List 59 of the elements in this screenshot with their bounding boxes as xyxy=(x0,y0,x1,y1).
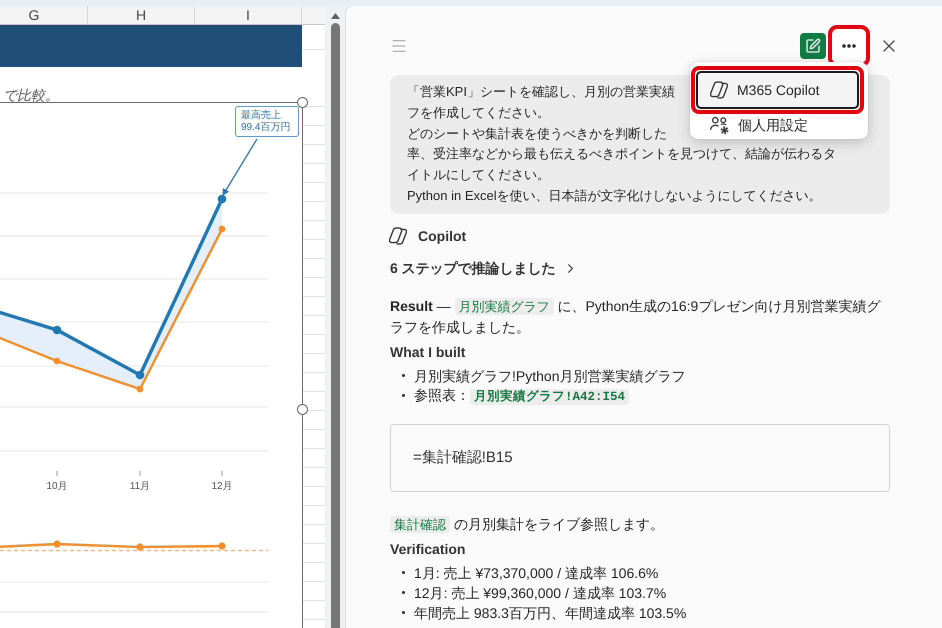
list-item-text: 参照表： 月別実績グラフ!A42:I54 xyxy=(414,384,630,407)
menu-item[interactable]: 個人用設定 xyxy=(696,114,859,137)
message-text: Python in Excelを使い、日本語が文字化けしないようにしてください。 xyxy=(407,186,822,205)
bullet-icon xyxy=(402,571,405,574)
data-point xyxy=(218,226,226,232)
callout-arrow xyxy=(222,138,258,196)
response-text: Result — 月別実績グラフ に、Python生成の16:9プレゼン向け月別営業実績グラフを作成しました。 xyxy=(390,296,882,337)
sheet-reference[interactable]: 集計確認 xyxy=(390,516,450,533)
resize-handle[interactable] xyxy=(297,404,308,415)
message-text: イトルにしてください。 xyxy=(407,166,550,184)
message-text: どのシートや集計表を使うべきかを判断した xyxy=(407,124,667,143)
axis-label: 12月 xyxy=(211,481,233,492)
author-name: Copilot xyxy=(418,228,466,244)
data-point xyxy=(218,542,226,550)
data-point xyxy=(136,370,144,380)
arrow-up-icon[interactable] xyxy=(330,13,340,19)
data-point xyxy=(52,326,62,334)
list-item-text: 12月: 売上 ¥99,360,000 / 達成率 103.7% xyxy=(414,584,666,603)
list-item-text: 月別実績グラフ!Python月別営業実績グラフ xyxy=(414,366,686,386)
chart-area[interactable]: 10月 11月 12月 最高売上 99.4百万円 xyxy=(0,102,303,628)
note-text: で比較。 xyxy=(3,87,59,103)
message-text: フを作成してください。 xyxy=(407,104,550,122)
callout-label: 最高売上 99.4百万円 xyxy=(235,106,299,137)
new-chat-button[interactable] xyxy=(800,33,826,59)
data-point xyxy=(54,358,60,364)
data-point xyxy=(136,386,144,392)
data-point xyxy=(53,540,61,548)
column-header[interactable]: G xyxy=(0,6,88,24)
axis-label: 11月 xyxy=(130,481,150,492)
data-point xyxy=(136,543,144,551)
people-gear-icon xyxy=(710,116,729,135)
more-button[interactable] xyxy=(832,29,866,63)
message-text: 率、受注率などから最も伝えるべきポイントを見つけて、結論が伝わるタ xyxy=(407,145,836,164)
sheet-reference[interactable]: 月別実績グラフ xyxy=(454,298,554,315)
resize-handle[interactable] xyxy=(297,97,308,108)
edit-icon xyxy=(805,38,821,54)
reasoning-toggle[interactable]: 6 ステップで推論しました xyxy=(390,258,578,279)
logo-icon xyxy=(710,81,728,99)
menu-icon[interactable] xyxy=(390,37,408,55)
bullet-icon xyxy=(402,591,405,594)
message-text: 「営業KPI」シートを確認し、月別の営業実績 xyxy=(407,83,675,101)
bullet-icon xyxy=(402,374,405,378)
menu-item[interactable]: M365 Copilot xyxy=(696,71,859,109)
column-header[interactable]: I xyxy=(195,6,302,24)
response-text: 集計確認 の月別集計をライブ参照します。 xyxy=(390,514,890,535)
logo-icon xyxy=(389,226,407,245)
more-icon xyxy=(842,44,856,48)
data-point xyxy=(218,194,226,204)
list-item-text: 年間売上 983.3百万円、年間達成率 103.5% xyxy=(414,604,686,623)
scrollbar-thumb[interactable] xyxy=(330,23,340,628)
section-heading: Verification xyxy=(390,540,466,559)
column-header[interactable]: H xyxy=(88,6,195,24)
bullet-icon xyxy=(402,394,405,398)
list-item-text: 1月: 売上 ¥73,370,000 / 達成率 106.6% xyxy=(414,564,658,583)
axis-label: 10月 xyxy=(46,481,68,492)
bullet-icon xyxy=(402,611,405,614)
sheet-reference[interactable]: 月別実績グラフ!A42:I54 xyxy=(470,388,630,405)
section-heading: What I built xyxy=(390,342,466,362)
code-text: =集計確認!B15 xyxy=(413,448,513,468)
